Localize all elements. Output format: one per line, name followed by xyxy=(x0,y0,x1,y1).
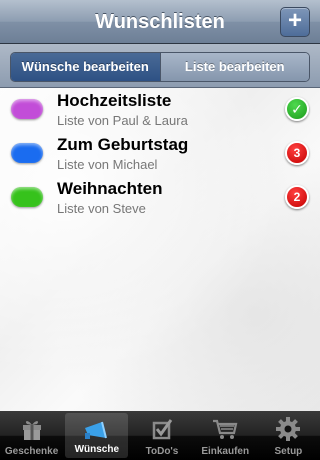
list-item-title: Weihnachten xyxy=(57,179,163,198)
checkbox-icon xyxy=(130,416,193,442)
tab-einkaufen[interactable]: Einkaufen xyxy=(194,411,257,460)
tab-bar: Geschenke Wünsche ToDo's Einkaufen Setup xyxy=(0,411,320,460)
count-badge: 2 xyxy=(285,185,309,209)
list-item-hochzeitsliste[interactable]: Hochzeitsliste Liste von Paul & Laura ✓ xyxy=(0,88,320,132)
segmented-control: Wünsche bearbeiten Liste bearbeiten xyxy=(10,52,310,82)
tab-wuensche[interactable]: Wünsche xyxy=(65,413,129,458)
list-item-title: Hochzeitsliste xyxy=(57,91,172,110)
list-area: Hochzeitsliste Liste von Paul & Laura ✓ … xyxy=(0,88,320,411)
tab-label: Geschenke xyxy=(4,446,59,457)
list-item-title: Zum Geburtstag xyxy=(57,135,189,154)
checkmark-icon: ✓ xyxy=(285,97,309,121)
segment-liste-bearbeiten[interactable]: Liste bearbeiten xyxy=(159,53,309,81)
tab-label: Einkaufen xyxy=(201,446,250,457)
list-item-subtitle: Liste von Steve xyxy=(57,201,146,216)
segment-toolbar: Wünsche bearbeiten Liste bearbeiten xyxy=(0,44,320,88)
list-color-pill xyxy=(11,99,43,119)
page-title: Wunschlisten xyxy=(95,11,225,33)
list-color-pill xyxy=(11,187,43,207)
tab-label: ToDo's xyxy=(145,446,179,457)
gear-icon xyxy=(257,416,320,442)
list-item-zum-geburtstag[interactable]: Zum Geburtstag Liste von Michael 3 xyxy=(0,132,320,176)
list-color-pill xyxy=(11,143,43,163)
megaphone-icon xyxy=(65,418,128,444)
navigation-bar: Wunschlisten + xyxy=(0,0,320,44)
tab-todos[interactable]: ToDo's xyxy=(130,411,193,460)
tab-geschenke[interactable]: Geschenke xyxy=(0,411,63,460)
tab-label: Wünsche xyxy=(74,444,120,455)
count-badge: 3 xyxy=(285,141,309,165)
add-list-button[interactable]: + xyxy=(280,7,310,37)
segment-wuensche-bearbeiten[interactable]: Wünsche bearbeiten xyxy=(11,53,160,81)
list-item-subtitle: Liste von Michael xyxy=(57,157,158,172)
tab-label: Setup xyxy=(274,446,303,457)
tab-setup[interactable]: Setup xyxy=(257,411,320,460)
cart-icon xyxy=(194,416,257,442)
list-item-weihnachten[interactable]: Weihnachten Liste von Steve 2 xyxy=(0,176,320,220)
list-item-subtitle: Liste von Paul & Laura xyxy=(57,113,188,128)
gift-icon xyxy=(0,416,63,442)
